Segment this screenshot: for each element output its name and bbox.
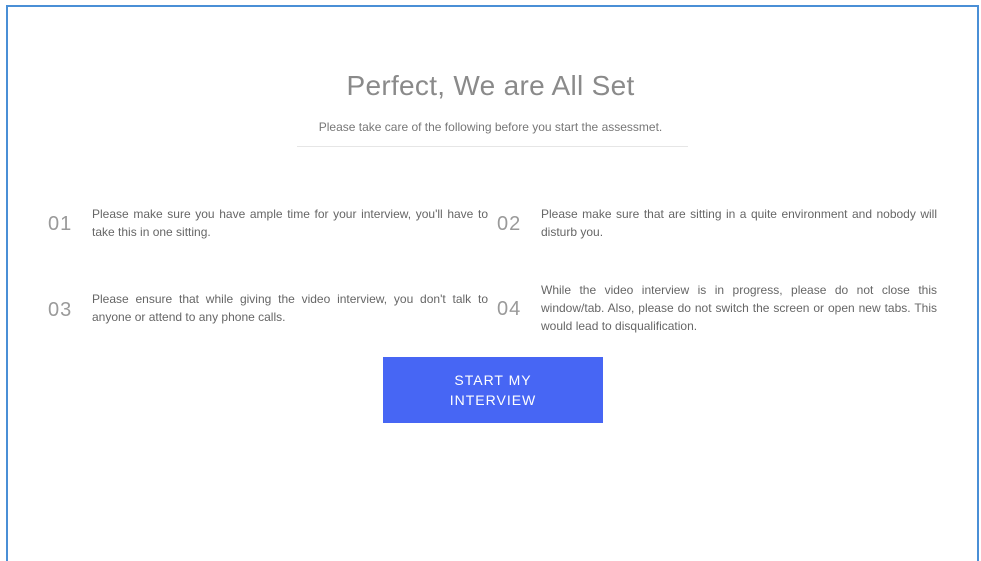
instruction-text: Please make sure you have ample time for… — [92, 207, 488, 239]
page-title: Perfect, We are All Set — [346, 70, 635, 101]
instruction-text: Please make sure that are sitting in a q… — [541, 207, 937, 239]
instruction-text: While the video interview is in progress… — [541, 283, 937, 333]
instruction-text: Please ensure that while giving the vide… — [92, 292, 488, 324]
page-subtitle: Please take care of the following before… — [318, 120, 663, 134]
instruction-number: 02 — [497, 213, 522, 235]
instruction-number: 01 — [48, 213, 73, 235]
start-interview-button[interactable]: START MY INTERVIEW — [383, 357, 603, 423]
instruction-number: 03 — [48, 299, 73, 321]
instruction-item-4: 04 While the video interview is in progr… — [497, 281, 937, 335]
instruction-item-1: 01 Please make sure you have ample time … — [48, 205, 488, 241]
instruction-item-2: 02 Please make sure that are sitting in … — [497, 205, 937, 241]
instruction-number: 04 — [497, 298, 522, 320]
title-divider — [297, 146, 688, 147]
instruction-item-3: 03 Please ensure that while giving the v… — [48, 290, 488, 326]
